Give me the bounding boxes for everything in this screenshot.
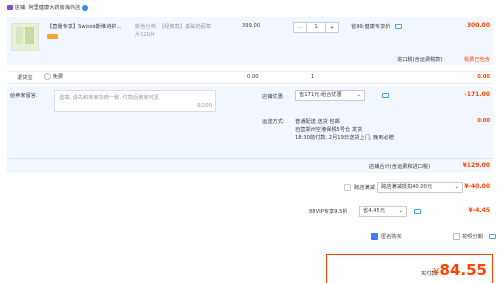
item-promo: 省99:健康专享价 <box>351 23 403 30</box>
shop-total-value: ¥129.00 <box>462 162 490 169</box>
cross-border-label: 跨店满减 <box>354 185 375 191</box>
anonymous-checkbox[interactable] <box>371 233 378 240</box>
tax-label: 进口税(含运费税款) <box>397 57 443 63</box>
options-row: 匿名购买 花呗分期 <box>7 230 496 243</box>
quantity-stepper[interactable]: − 1 + <box>293 22 339 33</box>
order-details-block: 给卖家留言: 选填, 请先和商家协商一致, 付款后商家可见 0/200 店铺优惠… <box>7 86 493 173</box>
vip-value: ¥-4.45 <box>468 207 490 214</box>
shop-name-link[interactable]: 阿里健康大药房海外店 <box>28 5 80 11</box>
shipping-line-1: 普通配送 送货 包邮 <box>295 119 340 125</box>
vip-label: 88VIP专享9.5折 <box>309 209 348 215</box>
chevron-down-icon: ⌄ <box>398 208 403 214</box>
tax-value: 税费已包含 <box>464 57 490 63</box>
shop-label: 店铺: <box>14 5 27 11</box>
shipping-info: 普通配送 送货 包邮 自营郑州空港保税5号仓 发货 18:30前付款, 2月19… <box>295 118 394 142</box>
huabei-chat-icon[interactable] <box>489 234 496 239</box>
message-count: 0/200 <box>197 103 212 109</box>
shop-icon <box>7 5 13 10</box>
anonymous-label: 匿名购买 <box>381 234 402 240</box>
insurance-qty: 1 <box>311 74 315 80</box>
check-icon <box>44 73 51 80</box>
coupon-label: 店铺优惠: <box>262 94 285 100</box>
increase-button[interactable]: + <box>326 25 338 31</box>
vip-select[interactable]: 省4.45元 ⌄ <box>359 206 407 217</box>
cross-border-select[interactable]: 跨店满减抵扣40.00元 ⌄ <box>377 182 463 193</box>
shipping-line-2: 自营郑州空港保税5号仓 发货 <box>295 127 363 133</box>
huabei-checkbox[interactable] <box>453 233 460 240</box>
insurance-total: 0.00 <box>477 74 490 80</box>
shop-badge-icon <box>81 4 88 11</box>
shipping-line-3: 18:30前付款, 2月19日送货上门, 晚到必赔 <box>295 135 394 141</box>
shop-total-label: 店铺合计(含运费和进口税) <box>369 164 431 170</box>
message-label: 给卖家留言: <box>10 93 38 99</box>
shop-total-row: 店铺合计(含运费和进口税) ¥129.00 <box>7 158 493 174</box>
import-tag <box>47 34 58 39</box>
huabei-label: 花呗分期 <box>462 234 483 240</box>
item-price: 399.00 <box>242 23 261 29</box>
decrease-button[interactable]: − <box>294 25 306 31</box>
message-placeholder: 选填, 请先和商家协商一致, 付款后商家可见 <box>59 95 159 101</box>
insurance-option[interactable]: 免费 <box>44 73 63 80</box>
chat-icon[interactable] <box>395 24 403 29</box>
cross-border-row: 跨店满减 跨店满减抵扣40.00元 ⌄ ¥-40.00 <box>7 181 493 194</box>
shipping-label: 运送方式: <box>262 119 285 125</box>
shop-header: 店铺: 阿里健康大药房海外店 <box>7 4 88 13</box>
chevron-down-icon: ⌄ <box>454 184 459 190</box>
message-input[interactable]: 选填, 请先和商家协商一致, 付款后商家可见 0/200 <box>54 90 216 112</box>
cross-border-checkbox[interactable] <box>344 184 351 191</box>
coupon-value: -171.00 <box>464 91 490 98</box>
chevron-down-icon: ⌄ <box>356 92 361 98</box>
insurance-label: 退货宝 <box>17 75 33 81</box>
vip-chat-icon[interactable] <box>414 209 421 214</box>
shipping-value: 0.00 <box>477 118 490 124</box>
payment-amount: ¥84.55 <box>433 261 487 279</box>
vip-row: 88VIP专享9.5折 省4.45元 ⌄ ¥-4.45 <box>7 205 493 218</box>
payment-box: 实付款: ¥84.55 <box>326 254 493 283</box>
item-attr: 颜色分类: 【经典款】基础奶蓟草 片120片 <box>135 24 212 38</box>
product-thumbnail[interactable] <box>11 23 39 51</box>
item-title[interactable]: 【直播专享】Swisse斯维诗护... <box>47 23 127 30</box>
quantity-input[interactable]: 1 <box>306 23 326 32</box>
tax-row: 进口税(含运费税款) 税费已包含 <box>7 54 493 64</box>
item-total: 300.00 <box>466 22 490 29</box>
insurance-row: 退货宝 免费 0.00 1 0.00 <box>7 71 493 84</box>
insurance-price: 0.00 <box>247 74 259 80</box>
coupon-select[interactable]: 省171元:组合优惠 ⌄ <box>295 90 365 101</box>
coupon-chat-icon[interactable] <box>382 93 389 98</box>
payment-amount-value: 84.55 <box>439 261 487 279</box>
cross-border-value: ¥-40.00 <box>464 183 490 190</box>
